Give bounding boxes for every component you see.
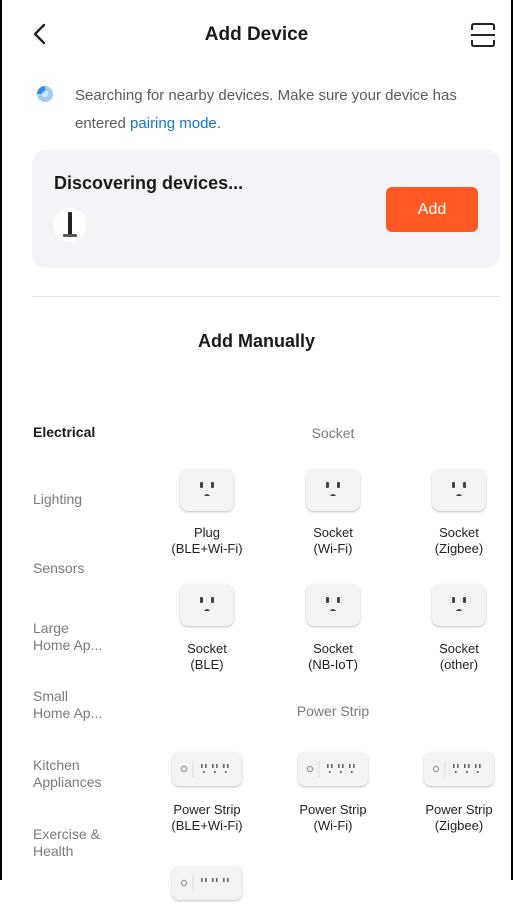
device-label-socket-wifi[interactable]: Socket (Wi-Fi): [278, 525, 388, 557]
frame-left-border: [0, 0, 2, 880]
category-electrical[interactable]: Electrical: [33, 424, 95, 441]
power-strip-icon[interactable]: [298, 752, 368, 786]
socket-icon[interactable]: [180, 469, 234, 511]
socket-icon[interactable]: [180, 584, 234, 626]
category-kitchen-appliances[interactable]: Kitchen Appliances: [33, 757, 102, 791]
category-large-home-appliances[interactable]: Large Home Ap...: [33, 620, 102, 654]
device-label-power-strip-ble-wifi[interactable]: Power Strip (BLE+Wi-Fi): [152, 802, 262, 834]
device-label-plug-ble-wifi[interactable]: Plug (BLE+Wi-Fi): [152, 525, 262, 557]
socket-icon[interactable]: [306, 469, 360, 511]
add-discovered-device-button[interactable]: Add: [386, 187, 478, 232]
device-label-power-strip-wifi[interactable]: Power Strip (Wi-Fi): [278, 802, 388, 834]
power-strip-icon[interactable]: [172, 752, 242, 786]
section-title-power-strip: Power Strip: [296, 703, 370, 719]
device-label-socket-ble[interactable]: Socket (BLE): [152, 641, 262, 673]
add-manually-title: Add Manually: [197, 331, 315, 351]
category-exercise-health[interactable]: Exercise & Health: [33, 826, 100, 860]
socket-icon[interactable]: [432, 469, 486, 511]
header-bar: Add Device: [0, 0, 513, 70]
socket-icon[interactable]: [432, 584, 486, 626]
section-title-socket: Socket: [311, 425, 355, 441]
category-lighting[interactable]: Lighting: [33, 491, 82, 508]
searching-spinner-icon: [37, 86, 53, 102]
category-small-home-appliances[interactable]: Small Home Ap...: [33, 688, 102, 722]
power-strip-icon[interactable]: [172, 866, 242, 900]
socket-icon[interactable]: [306, 584, 360, 626]
device-label-socket-nb-iot[interactable]: Socket (NB-IoT): [278, 641, 388, 673]
search-hint-text: Searching for nearby devices. Make sure …: [75, 82, 495, 138]
discovering-card: Discovering devices... Add: [32, 150, 500, 268]
pairing-mode-link[interactable]: pairing mode: [130, 115, 217, 132]
device-label-power-strip-zigbee[interactable]: Power Strip (Zigbee): [404, 802, 513, 834]
search-hint-end: .: [216, 115, 221, 132]
device-label-socket-zigbee[interactable]: Socket (Zigbee): [404, 525, 513, 557]
discovering-title: Discovering devices...: [54, 173, 244, 193]
section-divider: [32, 296, 500, 297]
discovered-device-icon: [53, 208, 87, 242]
device-label-socket-other[interactable]: Socket (other): [404, 641, 513, 673]
scan-icon[interactable]: [470, 22, 496, 48]
page-title: Add Device: [204, 24, 309, 45]
category-sensors[interactable]: Sensors: [33, 560, 84, 577]
power-strip-icon[interactable]: [424, 752, 494, 786]
